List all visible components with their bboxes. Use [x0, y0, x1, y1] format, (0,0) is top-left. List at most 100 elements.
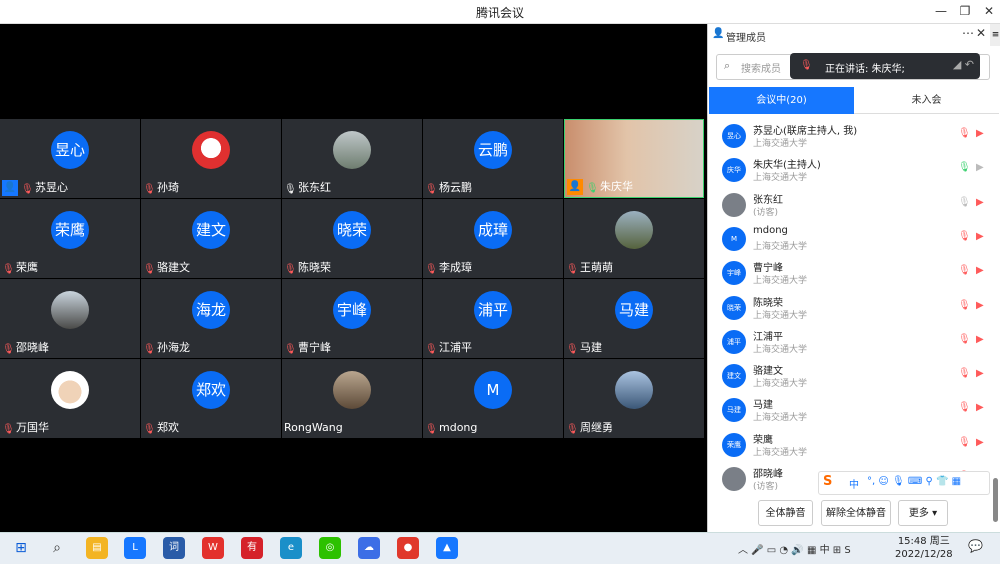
camera-off-icon[interactable]: ▶: [976, 402, 984, 413]
tab-in-meeting[interactable]: 会议中(20): [709, 87, 854, 114]
more-button[interactable]: 更多 ▾: [898, 500, 948, 526]
member-name: 邵晓峰: [753, 469, 783, 480]
camera-off-icon[interactable]: ▶: [976, 265, 984, 276]
video-tile[interactable]: 🎙 王萌萌: [564, 199, 704, 278]
member-panel: 👤 管理成员 ⋯ ✕ ≡ ⌕ 搜索成员 🎙 正在讲话: 朱庆华; ◢ ↶ 会议中…: [707, 24, 1000, 532]
mic-muted-icon: 🎙: [566, 264, 579, 275]
video-tile[interactable]: 🎙 孙琦: [141, 119, 281, 198]
windows-start-icon[interactable]: ⊞: [10, 537, 32, 559]
camera-off-icon[interactable]: ▶: [976, 437, 984, 448]
edge-icon[interactable]: e: [280, 537, 302, 559]
wps-icon[interactable]: W: [202, 537, 224, 559]
tile-label: 🎙 李成璋: [425, 260, 472, 276]
clock[interactable]: 15:48 周三 2022/12/28: [895, 535, 953, 561]
tile-label: RongWang: [284, 420, 343, 436]
wechat-icon[interactable]: ◎: [319, 537, 341, 559]
unmute-all-button[interactable]: 解除全体静音: [821, 500, 891, 526]
mic-muted-icon: 🎙: [143, 264, 156, 275]
avatar-photo: [615, 211, 653, 249]
tile-label: 🎙 陈晓荣: [284, 260, 331, 276]
video-tile[interactable]: 云鹏 🎙 杨云鹏: [423, 119, 563, 198]
member-row[interactable]: 建文 骆建文 上海交通大学 🎙 ▶: [708, 360, 988, 394]
member-affiliation: 上海交通大学: [753, 344, 808, 355]
cloud-drive-icon[interactable]: ☁: [358, 537, 380, 559]
camera-off-icon[interactable]: ▶: [976, 197, 984, 208]
ime-toolbar[interactable]: S 中 °, ☺ 🎙 ⌨ ⚲ 👕 ▦: [818, 471, 990, 495]
mute-all-button[interactable]: 全体静音: [758, 500, 813, 526]
maximize-button[interactable]: ❐: [954, 2, 976, 20]
video-tile[interactable]: 🎙 万国华: [0, 359, 140, 438]
video-tile[interactable]: 马建 🎙 马建: [564, 279, 704, 358]
dictionary-icon[interactable]: 词: [163, 537, 185, 559]
participant-name: 周继勇: [580, 421, 613, 434]
tab-not-joined[interactable]: 未入会: [854, 87, 999, 114]
mic-muted-icon[interactable]: 🎙: [958, 437, 971, 448]
mic-muted-icon[interactable]: 🎙: [958, 265, 971, 276]
mic-muted-icon[interactable]: 🎙: [958, 368, 971, 379]
member-row[interactable]: 晓荣 陈晓荣 上海交通大学 🎙 ▶: [708, 292, 988, 326]
member-affiliation: (访客): [753, 207, 779, 218]
mic-muted-icon[interactable]: 🎙: [958, 128, 971, 139]
search-taskbar-icon[interactable]: ⌕: [46, 537, 68, 559]
toast-close-icon[interactable]: ◢ ↶: [953, 58, 974, 71]
video-tile[interactable]: 郑欢 🎙 郑欢: [141, 359, 281, 438]
camera-off-icon[interactable]: ▶: [976, 300, 984, 311]
video-tile[interactable]: 海龙 🎙 孙海龙: [141, 279, 281, 358]
member-row[interactable]: 浦平 江浦平 上海交通大学 🎙 ▶: [708, 326, 988, 360]
more-options-icon[interactable]: ⋯: [962, 26, 974, 40]
video-tile[interactable]: 建文 🎙 骆建文: [141, 199, 281, 278]
mic-muted-icon: 🎙: [284, 264, 297, 275]
video-tile[interactable]: 🎙 邵晓峰: [0, 279, 140, 358]
close-panel-icon[interactable]: ✕: [976, 26, 986, 40]
mic-muted-icon[interactable]: 🎙: [958, 334, 971, 345]
system-tray[interactable]: ︿ 🎤 ▭ ◔ 🔊 ▦ 中 ⊞ S: [738, 541, 851, 556]
mic-muted-icon: 🎙: [143, 344, 156, 355]
notification-icon[interactable]: 💬: [968, 539, 983, 553]
tile-label: 🎙 王萌萌: [566, 260, 613, 276]
mic-muted-icon[interactable]: 🎙: [958, 300, 971, 311]
video-tile[interactable]: 晓荣 🎙 陈晓荣: [282, 199, 422, 278]
video-tile[interactable]: 🎙 张东红: [282, 119, 422, 198]
video-tile[interactable]: 宇峰 🎙 曹宁峰: [282, 279, 422, 358]
video-tile[interactable]: M 🎙 mdong: [423, 359, 563, 438]
avatar-photo: [333, 371, 371, 409]
mic-muted-icon[interactable]: 🎙: [958, 231, 971, 242]
member-row[interactable]: 荣鹰 荣鹰 上海交通大学 🎙 ▶: [708, 429, 988, 463]
mic-icon[interactable]: 🎙: [958, 197, 971, 208]
member-name: 马建: [753, 400, 773, 412]
youdao-icon[interactable]: 有: [241, 537, 263, 559]
member-affiliation: 上海交通大学: [753, 276, 808, 287]
camera-off-icon[interactable]: ▶: [976, 368, 984, 379]
video-tile[interactable]: 昱心 👤 🎙 苏昱心: [0, 119, 140, 198]
file-explorer-icon[interactable]: ▤: [86, 537, 108, 559]
member-row[interactable]: Mmdong 上海交通大学 🎙 ▶: [708, 223, 988, 257]
minimize-button[interactable]: —: [930, 2, 952, 20]
scrollbar[interactable]: [993, 478, 998, 522]
ime-language: 中: [849, 480, 859, 491]
camera-icon[interactable]: ▶: [976, 162, 984, 173]
host-icon: 👤: [2, 180, 18, 196]
participant-name: 曹宁峰: [298, 341, 331, 354]
chrome-icon[interactable]: ●: [397, 537, 419, 559]
member-row[interactable]: 马建 马建 上海交通大学 🎙 ▶: [708, 394, 988, 428]
video-tile[interactable]: 浦平 🎙 江浦平: [423, 279, 563, 358]
video-tile[interactable]: 🎙 周继勇: [564, 359, 704, 438]
member-avatar: [722, 467, 746, 491]
camera-off-icon[interactable]: ▶: [976, 128, 984, 139]
mic-muted-icon[interactable]: 🎙: [958, 402, 971, 413]
member-row[interactable]: 张东红 (访客) 🎙 ▶: [708, 189, 988, 223]
camera-off-icon[interactable]: ▶: [976, 334, 984, 345]
video-tile[interactable]: 荣鹰 🎙 荣鹰: [0, 199, 140, 278]
close-button[interactable]: ✕: [978, 2, 1000, 20]
app-l-icon[interactable]: L: [124, 537, 146, 559]
video-tile[interactable]: 👤 🎙 朱庆华: [564, 119, 704, 198]
menu-icon[interactable]: ≡: [990, 24, 1000, 46]
video-tile[interactable]: RongWang: [282, 359, 422, 438]
mic-icon[interactable]: 🎙: [958, 162, 971, 173]
member-row[interactable]: 庆华 朱庆华(主持人) 上海交通大学 🎙 ▶: [708, 154, 988, 188]
member-row[interactable]: 昱心 苏昱心(联席主持人, 我) 上海交通大学 🎙 ▶: [708, 120, 988, 154]
member-row[interactable]: 宇峰 曹宁峰 上海交通大学 🎙 ▶: [708, 257, 988, 291]
camera-off-icon[interactable]: ▶: [976, 231, 984, 242]
tencent-meeting-icon[interactable]: ▲: [436, 537, 458, 559]
video-tile[interactable]: 成璋 🎙 李成璋: [423, 199, 563, 278]
